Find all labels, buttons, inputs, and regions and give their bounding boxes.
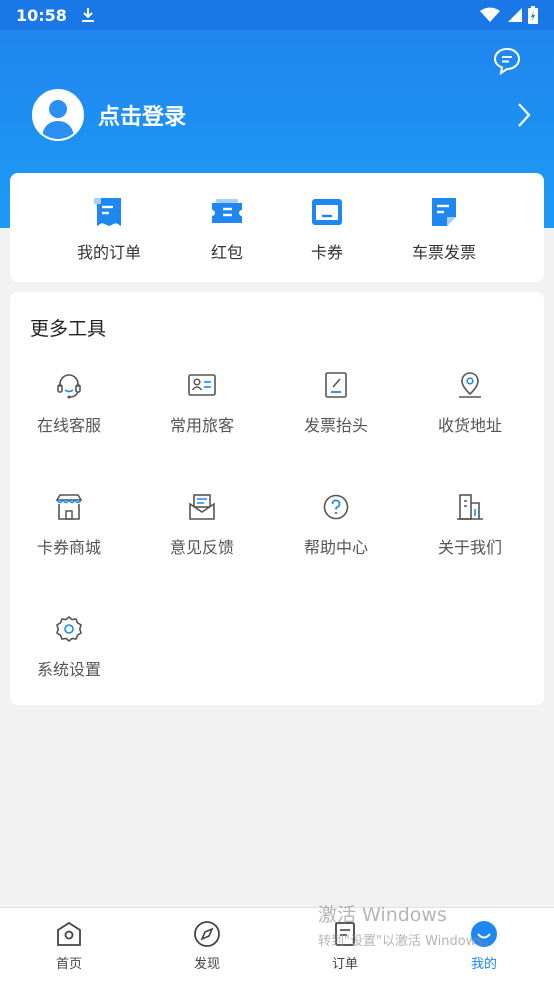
- battery-icon: [528, 6, 538, 24]
- quick-item-cards[interactable]: 卡券: [277, 195, 377, 263]
- gear-icon: [56, 615, 82, 643]
- tool-system-settings[interactable]: 系统设置: [14, 614, 124, 680]
- signal-icon: [508, 8, 522, 22]
- chevron-right-icon[interactable]: [516, 101, 532, 129]
- tool-invoice-title[interactable]: 发票抬头: [281, 370, 391, 436]
- card-icon: [312, 199, 342, 225]
- document-edit-icon: [325, 372, 347, 398]
- quick-item-label: 卡券: [310, 243, 343, 262]
- invoice-icon: [432, 198, 456, 226]
- home-icon: [57, 921, 81, 946]
- store-icon: [55, 494, 83, 520]
- smile-icon: [471, 921, 497, 947]
- tool-label: 意见反馈: [169, 538, 234, 557]
- tool-about-us[interactable]: 关于我们: [415, 492, 525, 558]
- tool-label: 发票抬头: [303, 416, 368, 435]
- section-title: 更多工具: [30, 318, 107, 340]
- message-button[interactable]: [492, 46, 526, 78]
- order-icon: [335, 922, 355, 946]
- feedback-mail-icon: [189, 494, 215, 520]
- headset-icon: [57, 374, 81, 399]
- tool-help-center[interactable]: 帮助中心: [281, 492, 391, 558]
- quick-actions-card: 我的订单 红包 卡券 车票发票: [10, 173, 544, 282]
- quick-item-orders[interactable]: 我的订单: [59, 195, 159, 263]
- login-row[interactable]: 点击登录: [32, 87, 532, 143]
- wifi-icon: [480, 7, 500, 22]
- tab-label: 首页: [55, 957, 82, 972]
- quick-item-red-packet[interactable]: 红包: [177, 195, 277, 263]
- tab-home[interactable]: 首页: [29, 920, 109, 972]
- download-icon: [81, 8, 94, 22]
- tab-discover[interactable]: 发现: [167, 920, 247, 972]
- tool-label: 帮助中心: [303, 538, 368, 557]
- tool-feedback[interactable]: 意见反馈: [147, 492, 257, 558]
- tool-label: 收货地址: [437, 416, 502, 435]
- more-tools-card: 更多工具 在线客服 常用旅客 发票抬头 收货地址 卡券商城 意见反馈 帮助中心 …: [10, 292, 544, 705]
- tab-label: 我的: [470, 957, 497, 972]
- tab-mine[interactable]: 我的: [444, 920, 524, 972]
- user-avatar-icon: [42, 100, 74, 139]
- tool-label: 系统设置: [36, 660, 101, 679]
- quick-item-label: 我的订单: [76, 243, 141, 262]
- compass-icon: [194, 921, 220, 947]
- location-pin-icon: [459, 372, 481, 398]
- receipt-icon: [94, 198, 121, 226]
- tool-label: 卡券商城: [36, 538, 101, 557]
- status-bar: 10:58: [0, 0, 554, 30]
- tab-label: 订单: [331, 957, 358, 972]
- coupon-icon: [212, 199, 242, 223]
- tool-online-service[interactable]: 在线客服: [14, 370, 124, 436]
- tool-label: 关于我们: [437, 538, 502, 557]
- quick-item-label: 车票发票: [411, 243, 476, 262]
- tool-label: 在线客服: [36, 416, 101, 435]
- avatar[interactable]: [32, 89, 84, 141]
- tab-label: 发现: [193, 957, 220, 972]
- quick-item-label: 红包: [210, 243, 243, 262]
- tab-orders[interactable]: 订单: [305, 920, 385, 972]
- quick-item-ticket-invoice[interactable]: 车票发票: [394, 195, 494, 263]
- tool-shipping-address[interactable]: 收货地址: [415, 370, 525, 436]
- building-icon: [457, 494, 483, 520]
- login-label[interactable]: 点击登录: [98, 99, 186, 131]
- id-card-icon: [188, 374, 216, 396]
- chat-bubble-icon: [493, 47, 521, 76]
- bottom-tab-bar: 首页 发现 订单 我的: [0, 907, 554, 984]
- tool-label: 常用旅客: [169, 416, 234, 435]
- status-time: 10:58: [16, 5, 67, 25]
- tool-card-mall[interactable]: 卡券商城: [14, 492, 124, 558]
- tool-frequent-passengers[interactable]: 常用旅客: [147, 370, 257, 436]
- help-circle-icon: [323, 494, 349, 520]
